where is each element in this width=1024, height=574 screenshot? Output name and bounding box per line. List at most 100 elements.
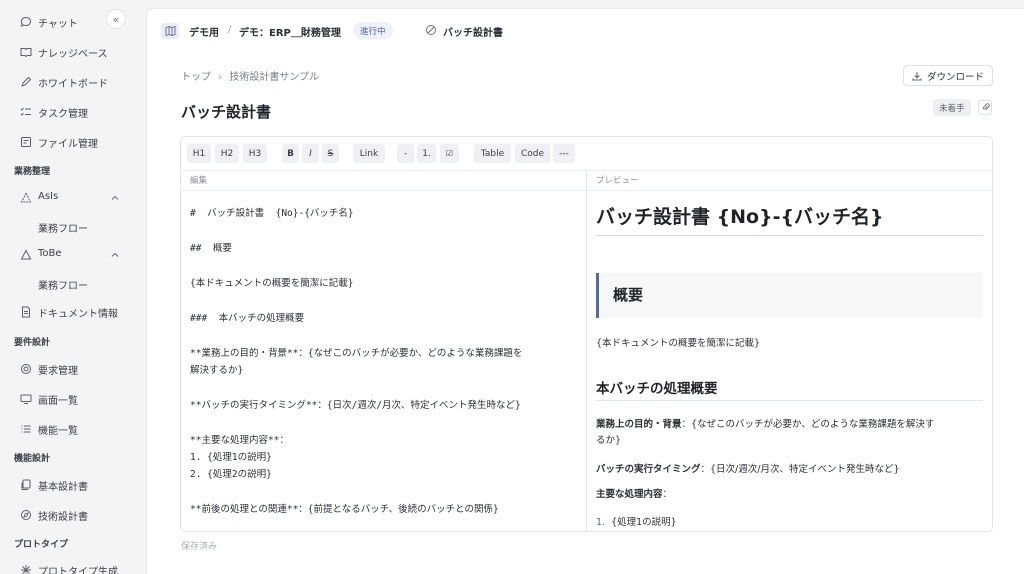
source-line: **前後の処理との関連**：{前提となるバッチ、後続のバッチとの関係} bbox=[190, 504, 499, 515]
sidebar-item-label: 業務フロー bbox=[38, 281, 88, 292]
book-icon bbox=[20, 46, 32, 58]
sidebar: « チャット ナレッジベース ホワイトボード タスク管理 ファイル管理 業務整理… bbox=[0, 0, 140, 574]
section-title-requirements: 要件設計 bbox=[14, 338, 51, 348]
source-line: 解決するか} bbox=[190, 365, 244, 376]
sidebar-item-label: 基本設計書 bbox=[38, 482, 88, 493]
sidebar-item-knowledge[interactable]: ナレッジベース bbox=[0, 41, 140, 63]
triangle-icon bbox=[20, 249, 32, 261]
folder-icon bbox=[20, 136, 32, 148]
sidebar-item-tobe-flow[interactable]: 業務フロー bbox=[0, 273, 140, 295]
list-number: 1. bbox=[596, 517, 606, 528]
breadcrumb-top-link[interactable]: トップ bbox=[181, 72, 211, 83]
toolbar-h2-button[interactable]: H2 bbox=[215, 144, 239, 163]
main-panel: デモ用 / デモ：ERP＿財務管理 進行中 バッチ設計書 トップ › 技術設計書… bbox=[146, 8, 1024, 574]
breadcrumb-project[interactable]: デモ：ERP＿財務管理 bbox=[239, 24, 341, 39]
preview-text: ：{日次/週次/月次、特定イベント発生時など} bbox=[700, 464, 900, 475]
sidebar-item-requirements[interactable]: 要求管理 bbox=[0, 358, 140, 380]
preview-purpose: 業務上の目的・背景：{なぜこのバッチが必要か、どのような業務課題を解決す bbox=[596, 416, 934, 430]
source-line: 2. {処理2の説明} bbox=[190, 469, 272, 480]
preview-text: {処理1の説明} bbox=[611, 517, 677, 528]
sidebar-item-functions[interactable]: 機能一覧 bbox=[0, 418, 140, 440]
breadcrumb-separator: / bbox=[228, 24, 232, 35]
toolbar-numbered-list-button[interactable]: 1. bbox=[417, 144, 436, 163]
markdown-preview: バッチ設計書 {No}-{バッチ名} 概要 {本ドキュメントの概要を簡潔に記載}… bbox=[587, 192, 992, 531]
markdown-source-editor[interactable]: # バッチ設計書 {No}-{バッチ名} ## 概要 {本ドキュメントの概要を簡… bbox=[181, 192, 586, 531]
preview-purpose-cont: るか} bbox=[596, 435, 622, 446]
sidebar-item-asis[interactable]: AsIs bbox=[0, 187, 140, 209]
download-label: ダウンロード bbox=[926, 71, 984, 83]
source-line: {本ドキュメントの概要を簡潔に記載} bbox=[190, 278, 354, 289]
preview-summary: {本ドキュメントの概要を簡潔に記載} bbox=[596, 338, 761, 349]
download-button[interactable]: ダウンロード bbox=[903, 65, 993, 86]
no-entry-icon bbox=[425, 24, 437, 36]
sidebar-item-label: タスク管理 bbox=[38, 109, 88, 120]
sidebar-item-tobe[interactable]: ToBe bbox=[0, 244, 140, 266]
breadcrumb-workspace[interactable]: デモ用 bbox=[189, 24, 219, 39]
toolbar-checklist-button[interactable]: ☑ bbox=[440, 144, 459, 163]
section-title-function: 機能設計 bbox=[14, 454, 51, 464]
breadcrumb-document: バッチ設計書 bbox=[443, 28, 503, 39]
checklist-icon bbox=[20, 106, 32, 118]
sidebar-item-doc-info[interactable]: ドキュメント情報 bbox=[0, 301, 140, 323]
preview-text: ：{なぜこのバッチが必要か、どのような業務課題を解決す bbox=[681, 419, 935, 430]
markdown-editor: H1 H2 H3 B I S Link - 1. ☑ Table Code --… bbox=[180, 136, 993, 532]
toolbar-table-button[interactable]: Table bbox=[474, 144, 511, 163]
compass-icon bbox=[20, 509, 32, 521]
paperclip-icon[interactable] bbox=[978, 100, 992, 115]
sidebar-item-basic-design[interactable]: 基本設計書 bbox=[0, 474, 140, 496]
toolbar-strike-button[interactable]: S bbox=[322, 144, 339, 163]
sidebar-item-label: ドキュメント情報 bbox=[38, 309, 118, 320]
toolbar-bold-button[interactable]: B bbox=[282, 144, 299, 163]
project-status-badge: 進行中 bbox=[353, 22, 393, 39]
sidebar-item-label: チャット bbox=[38, 19, 78, 30]
preview-timing: バッチの実行タイミング：{日次/週次/月次、特定イベント発生時など} bbox=[596, 461, 900, 475]
source-line: ## 概要 bbox=[190, 243, 232, 254]
save-status: 保存済み bbox=[181, 542, 218, 552]
toolbar-link-button[interactable]: Link bbox=[353, 144, 385, 163]
toolbar-h3-button[interactable]: H3 bbox=[243, 144, 267, 163]
preview-bold-label: 主要な処理内容 bbox=[596, 489, 663, 500]
preview-list-item: 1. {処理1の説明} bbox=[596, 514, 677, 528]
sidebar-item-label: 業務フロー bbox=[38, 224, 88, 235]
sidebar-item-label: ナレッジベース bbox=[38, 49, 108, 60]
section-title-prototype: プロトタイプ bbox=[14, 540, 69, 550]
sidebar-item-label: 機能一覧 bbox=[38, 426, 78, 437]
sidebar-item-prototype[interactable]: プロトタイプ生成 bbox=[0, 559, 140, 574]
document-icon bbox=[20, 306, 32, 318]
preview-text: ： bbox=[662, 489, 673, 500]
sidebar-item-label: ToBe bbox=[38, 248, 62, 259]
preview-main: 主要な処理内容： bbox=[596, 486, 672, 500]
sidebar-item-whiteboard[interactable]: ホワイトボード bbox=[0, 71, 140, 93]
source-line: ### 本バッチの処理概要 bbox=[190, 313, 305, 324]
sidebar-item-screens[interactable]: 画面一覧 bbox=[0, 388, 140, 410]
toolbar-h1-button[interactable]: H1 bbox=[187, 144, 211, 163]
sidebar-item-asis-flow[interactable]: 業務フロー bbox=[0, 216, 140, 238]
toolbar-italic-button[interactable]: I bbox=[302, 144, 319, 163]
heading-rule bbox=[596, 400, 983, 401]
sidebar-item-label: 画面一覧 bbox=[38, 396, 78, 407]
sidebar-item-label: ファイル管理 bbox=[38, 139, 98, 150]
status-badge[interactable]: 未着手 bbox=[933, 99, 971, 116]
breadcrumb-parent-link[interactable]: 技術設計書サンプル bbox=[229, 72, 319, 83]
sidebar-item-chat[interactable]: チャット bbox=[0, 11, 140, 33]
monitor-icon bbox=[20, 393, 32, 405]
chevron-up-icon[interactable] bbox=[110, 250, 120, 260]
preview-heading-1: バッチ設計書 {No}-{バッチ名} bbox=[596, 206, 884, 228]
section-title-business: 業務整理 bbox=[14, 167, 51, 177]
toolbar-hr-button[interactable]: --- bbox=[553, 144, 575, 163]
chevron-up-icon[interactable] bbox=[110, 193, 120, 203]
sidebar-item-tech-design[interactable]: 技術設計書 bbox=[0, 504, 140, 526]
list-icon bbox=[20, 423, 32, 435]
toolbar-code-button[interactable]: Code bbox=[515, 144, 550, 163]
sidebar-item-label: プロトタイプ生成 bbox=[38, 567, 118, 574]
heading-rule bbox=[596, 235, 983, 236]
preview-bold-label: バッチの実行タイミング bbox=[596, 464, 701, 475]
source-line: 1. {処理1の説明} bbox=[190, 452, 272, 463]
sidebar-item-files[interactable]: ファイル管理 bbox=[0, 131, 140, 153]
pen-icon bbox=[20, 76, 32, 88]
map-icon[interactable] bbox=[161, 23, 179, 39]
sidebar-item-tasks[interactable]: タスク管理 bbox=[0, 101, 140, 123]
editor-toolbar: H1 H2 H3 B I S Link - 1. ☑ Table Code --… bbox=[181, 137, 992, 171]
page-title: バッチ設計書 bbox=[181, 103, 272, 121]
toolbar-bullet-list-button[interactable]: - bbox=[397, 144, 414, 163]
